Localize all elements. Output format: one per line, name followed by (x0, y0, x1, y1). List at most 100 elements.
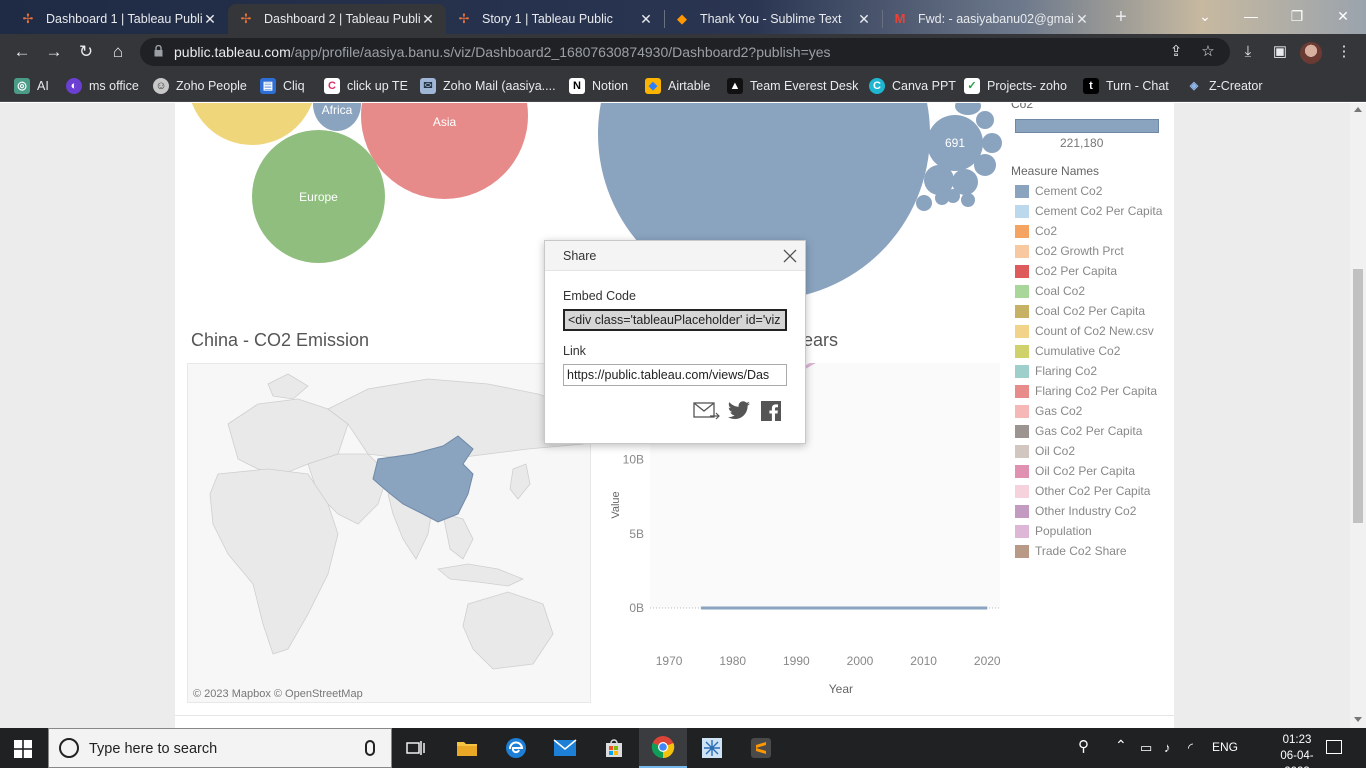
legend-item[interactable]: Gas Co2 (1015, 404, 1082, 418)
email-share-icon[interactable] (693, 401, 721, 421)
chrome-icon[interactable] (639, 728, 687, 768)
tab-dashboard-2[interactable]: ✢ Dashboard 2 | Tableau Public ✕ (228, 4, 446, 34)
restore-icon[interactable]: ❐ (1274, 4, 1320, 28)
legend-item[interactable]: Co2 Growth Prct (1015, 244, 1124, 258)
mail-icon[interactable] (541, 728, 589, 768)
bookmark-zoho-mail[interactable]: ✉ Zoho Mail (aasiya.... (420, 76, 556, 96)
scroll-up-icon[interactable] (1354, 107, 1362, 112)
bubble-small[interactable] (976, 111, 994, 129)
volume-icon[interactable]: ♪ (1164, 740, 1171, 755)
tab-search-icon[interactable]: ⌄ (1182, 4, 1228, 28)
bubble-label: Africa (321, 103, 353, 117)
close-window-icon[interactable]: ✕ (1320, 4, 1366, 28)
legend-item[interactable]: Oil Co2 (1015, 444, 1075, 458)
close-tab-icon[interactable]: ✕ (856, 11, 872, 28)
china-map[interactable]: © 2023 Mapbox © OpenStreetMap (187, 363, 591, 703)
bubble-small[interactable] (916, 195, 932, 211)
tab-sublime[interactable]: ◆ Thank You - Sublime Text ✕ (664, 4, 882, 34)
embed-code-field[interactable]: <div class='tableauPlaceholder' id='viz (563, 309, 787, 331)
battery-icon[interactable]: ▭ (1140, 740, 1152, 756)
link-field[interactable]: https://public.tableau.com/views/Das (563, 364, 787, 386)
store-icon[interactable] (590, 728, 638, 768)
bookmark-projects-zoho[interactable]: ✓ Projects- zoho (964, 76, 1067, 96)
legend-item[interactable]: Gas Co2 Per Capita (1015, 424, 1142, 438)
legend-item[interactable]: Trade Co2 Share (1015, 544, 1127, 558)
legend-item[interactable]: Other Co2 Per Capita (1015, 484, 1150, 498)
close-icon[interactable] (781, 247, 799, 265)
bookmark-notion[interactable]: N Notion (569, 76, 628, 96)
legend-item[interactable]: Count of Co2 New.csv (1015, 324, 1154, 338)
sublime-text-icon[interactable] (737, 728, 785, 768)
profile-avatar[interactable] (1300, 42, 1322, 64)
page-scrollbar[interactable] (1350, 103, 1366, 728)
legend-label: Flaring Co2 (1035, 364, 1098, 378)
bubble-small[interactable] (982, 133, 1002, 153)
legend-item[interactable]: Flaring Co2 Per Capita (1015, 384, 1157, 398)
bubble-small[interactable] (961, 193, 975, 207)
close-tab-icon[interactable]: ✕ (202, 11, 218, 28)
home-icon[interactable]: ⌂ (106, 40, 130, 64)
people-icon[interactable]: ⚲ (1078, 737, 1089, 755)
bookmark-clickup[interactable]: Cclick up TE (324, 76, 408, 96)
clock[interactable]: 01:23 06-04-2023 (1272, 732, 1322, 768)
legend-item[interactable]: Population (1015, 524, 1092, 538)
close-tab-icon[interactable]: ✕ (638, 11, 654, 28)
menu-icon[interactable]: ⋮ (1332, 40, 1356, 64)
legend-item[interactable]: Co2 (1015, 224, 1057, 238)
legend-item[interactable]: Other Industry Co2 (1015, 504, 1136, 518)
download-icon[interactable]: ⤓ (1236, 40, 1260, 64)
scroll-down-icon[interactable] (1354, 717, 1362, 722)
wifi-icon[interactable]: ◜ (1188, 740, 1193, 756)
share-page-icon[interactable]: ⇪ (1164, 40, 1188, 64)
task-view-icon[interactable] (392, 728, 440, 768)
scrollbar-thumb[interactable] (1353, 269, 1363, 523)
legend-item[interactable]: Co2 Per Capita (1015, 264, 1117, 278)
gmail-icon: M (894, 11, 906, 26)
forward-icon[interactable]: → (42, 40, 66, 64)
edge-icon[interactable] (492, 728, 540, 768)
bubble-europe[interactable]: Europe (252, 130, 385, 263)
bookmark-team-everest[interactable]: ▲ Team Everest Desk (727, 76, 858, 96)
reload-icon[interactable]: ↻ (74, 40, 98, 64)
legend-item[interactable]: Cement Co2 Per Capita (1015, 204, 1162, 218)
close-tab-icon[interactable]: ✕ (1074, 11, 1090, 28)
bookmark-turn-chat[interactable]: t Turn - Chat (1083, 76, 1169, 96)
minimize-icon[interactable]: — (1228, 4, 1274, 28)
legend-item[interactable]: Coal Co2 (1015, 284, 1085, 298)
legend-item[interactable]: Coal Co2 Per Capita (1015, 304, 1145, 318)
legend-swatch (1015, 384, 1029, 398)
new-tab-icon[interactable]: + (1110, 6, 1132, 28)
bookmark-star-icon[interactable]: ☆ (1196, 40, 1220, 64)
bubble-small[interactable] (974, 154, 996, 176)
bookmark-canva[interactable]: C Canva PPT (869, 76, 956, 96)
legend-item[interactable]: Oil Co2 Per Capita (1015, 464, 1135, 478)
microphone-icon[interactable] (365, 740, 375, 756)
tab-story-1[interactable]: ✢ Story 1 | Tableau Public ✕ (446, 4, 664, 34)
file-explorer-icon[interactable] (443, 728, 491, 768)
windows-start-icon[interactable] (14, 740, 32, 758)
taskbar-search-box[interactable]: Type here to search (48, 728, 392, 768)
language-indicator[interactable]: ENG (1212, 740, 1238, 754)
tray-overflow-icon[interactable]: ⌃ (1115, 737, 1127, 754)
close-tab-icon[interactable]: ✕ (420, 11, 436, 28)
bookmark-ai[interactable]: ◎ AI (14, 76, 49, 96)
legend-item[interactable]: Cumulative Co2 (1015, 344, 1120, 358)
back-icon[interactable]: ← (10, 40, 34, 64)
twitter-share-icon[interactable] (727, 401, 751, 421)
legend-label: Other Co2 Per Capita (1035, 484, 1151, 498)
tab-dashboard-1[interactable]: ✢ Dashboard 1 | Tableau Public ✕ (10, 4, 228, 34)
legend-item[interactable]: Cement Co2 (1015, 184, 1102, 198)
bookmark-ms-office[interactable]: ◐ ms office (66, 76, 139, 96)
bookmark-zoho-people[interactable]: ☺ Zoho People (153, 76, 247, 96)
address-bar[interactable]: public.tableau.com/app/profile/aasiya.ba… (140, 38, 1230, 66)
bookmark-airtable[interactable]: ◆ Airtable (645, 76, 710, 96)
sidebar-icon[interactable]: ▣ (1268, 40, 1292, 64)
snip-tool-icon[interactable] (688, 728, 736, 768)
legend-item[interactable]: Flaring Co2 (1015, 364, 1097, 378)
bookmark-z-creator[interactable]: ◈ Z-Creator (1186, 76, 1262, 96)
notifications-icon[interactable] (1326, 740, 1342, 754)
tab-gmail[interactable]: M Fwd: - aasiyabanu02@gmail. ✕ (882, 4, 1100, 34)
facebook-share-icon[interactable] (761, 401, 781, 421)
bubble-small[interactable] (946, 189, 960, 203)
bookmark-cliq[interactable]: ▤ Cliq (260, 76, 305, 96)
